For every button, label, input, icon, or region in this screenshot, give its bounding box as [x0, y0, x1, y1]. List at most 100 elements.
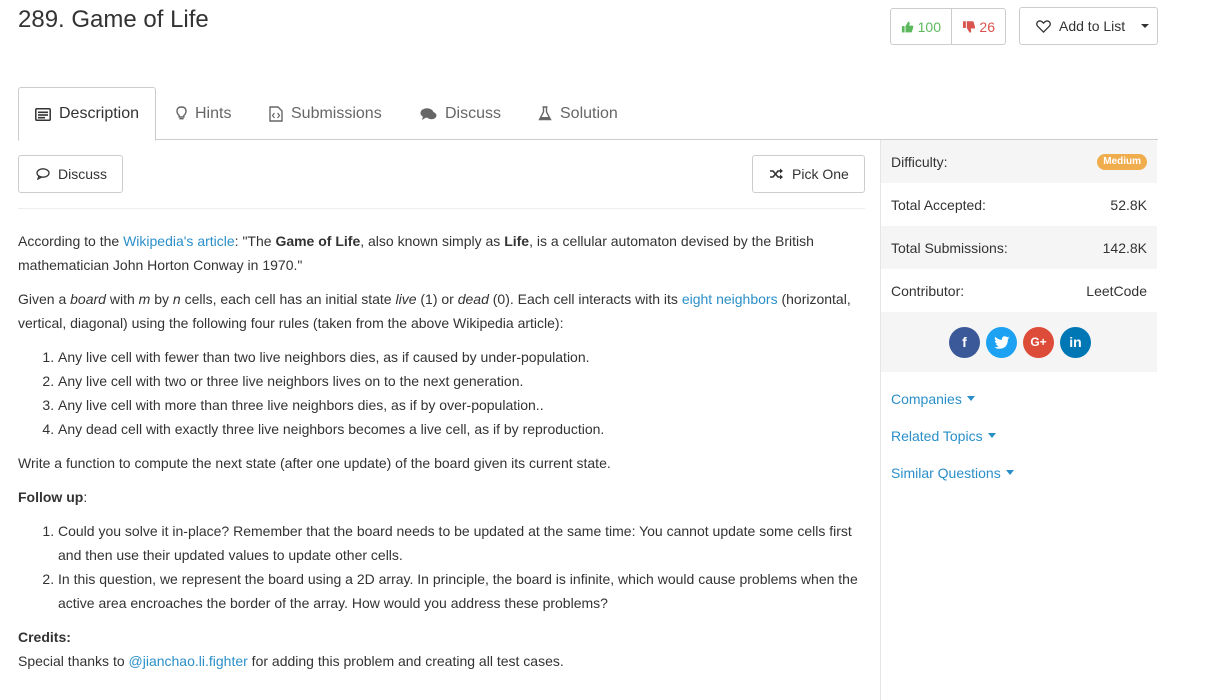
text-span: : "The: [234, 233, 276, 249]
shuffle-icon: [770, 168, 783, 180]
text-span: :: [83, 489, 88, 505]
accepted-value: 52.8K: [1110, 196, 1147, 213]
tab-hints[interactable]: Hints: [176, 87, 231, 140]
tab-discuss[interactable]: Discuss: [420, 87, 501, 140]
caret-down-icon: [966, 396, 975, 401]
problem-title: 289. Game of Life: [18, 6, 209, 33]
lightbulb-icon: [176, 106, 187, 120]
followup-list: Could you solve it in-place? Remember th…: [58, 519, 865, 615]
heart-icon: [1036, 19, 1051, 33]
pick-one-button[interactable]: Pick One: [752, 155, 865, 193]
text-span: cells, each cell has an initial state: [180, 291, 396, 307]
list-item: Any live cell with two or three live nei…: [58, 369, 865, 393]
accepted-row: Total Accepted: 52.8K: [881, 183, 1157, 226]
bold-text: Game of Life: [275, 233, 361, 249]
problem-description: According to the Wikipedia's article: "T…: [18, 229, 865, 673]
rules-intro-paragraph: Given a board with m by n cells, each ce…: [18, 287, 865, 335]
italic-text: n: [172, 291, 181, 307]
caret-down-icon: [987, 433, 996, 438]
credits-label: Credits:: [18, 629, 71, 645]
list-item: In this question, we represent the board…: [58, 567, 865, 615]
upvote-count: 100: [917, 18, 941, 35]
twitter-bird-icon: [993, 335, 1009, 349]
tab-label: Hints: [195, 104, 232, 122]
intro-paragraph: According to the Wikipedia's article: "T…: [18, 229, 865, 277]
submissions-value: 142.8K: [1102, 239, 1147, 256]
linkedin-icon[interactable]: in: [1060, 326, 1091, 358]
comments-icon: [420, 107, 437, 120]
problem-tabs: Description Hints Submissions Discuss So…: [18, 87, 1158, 141]
tab-solution[interactable]: Solution: [538, 87, 618, 140]
share-buttons: f G+ in: [881, 312, 1157, 372]
list-item: Any live cell with more than three live …: [58, 393, 865, 417]
text-span: for adding this problem and creating all…: [247, 653, 564, 669]
bold-text: Follow up: [18, 489, 84, 505]
thumbs-down-icon: [962, 20, 976, 33]
tab-label: Discuss: [445, 104, 502, 122]
text-span: (1) or: [416, 291, 458, 307]
flask-icon: [538, 106, 552, 121]
facebook-icon[interactable]: f: [949, 326, 980, 358]
related-topics-toggle[interactable]: Related Topics: [881, 417, 1157, 454]
difficulty-row: Difficulty: Medium: [881, 140, 1157, 183]
downvote-count: 26: [979, 18, 995, 35]
add-to-list-button[interactable]: Add to List: [1019, 7, 1158, 45]
thumbs-up-icon: [901, 21, 914, 32]
italic-text: m: [138, 291, 151, 307]
bold-text: Life: [504, 233, 530, 249]
pick-one-label: Pick One: [792, 166, 849, 182]
contributor-label: Contributor:: [891, 282, 965, 299]
list-item: Could you solve it in-place? Remember th…: [58, 519, 865, 567]
text-span: (0). Each cell interacts with its: [488, 291, 682, 307]
list-item: Any dead cell with exactly three live ne…: [58, 417, 865, 441]
text-span: , also known simply as: [360, 233, 505, 249]
comment-icon: [36, 168, 50, 180]
problem-sidebar: Difficulty: Medium Total Accepted: 52.8K…: [880, 140, 1157, 700]
tab-submissions[interactable]: Submissions: [269, 87, 382, 140]
companies-toggle[interactable]: Companies: [881, 380, 1157, 417]
companies-label: Companies: [891, 390, 962, 407]
code-file-icon: [269, 105, 283, 122]
difficulty-badge: Medium: [1097, 153, 1147, 170]
related-topics-label: Related Topics: [891, 427, 983, 444]
contributor-row: Contributor: LeetCode: [881, 269, 1157, 312]
wikipedia-link[interactable]: Wikipedia's article: [123, 233, 235, 249]
text-span: by: [150, 291, 173, 307]
task-paragraph: Write a function to compute the next sta…: [18, 455, 611, 471]
similar-questions-toggle[interactable]: Similar Questions: [881, 454, 1157, 491]
content-divider: [18, 208, 865, 209]
similar-questions-label: Similar Questions: [891, 464, 1001, 481]
text-span: Special thanks to: [18, 653, 129, 669]
tab-label: Submissions: [291, 104, 382, 122]
caret-down-icon: [1141, 24, 1150, 28]
list-item: Any live cell with fewer than two live n…: [58, 345, 865, 369]
tab-label: Description: [59, 105, 140, 122]
twitter-icon[interactable]: [986, 326, 1017, 358]
discuss-label: Discuss: [58, 166, 108, 182]
add-to-list-label: Add to List: [1059, 18, 1126, 34]
italic-text: live: [395, 291, 417, 307]
italic-text: dead: [457, 291, 489, 307]
discuss-button[interactable]: Discuss: [18, 155, 123, 193]
followup-heading: Follow up:: [18, 485, 865, 509]
downvote-button[interactable]: 26: [952, 9, 1005, 44]
contributor-link[interactable]: @jianchao.li.fighter: [129, 653, 248, 669]
italic-text: board: [70, 291, 106, 307]
contributor-value: LeetCode: [1086, 282, 1147, 299]
tab-label: Solution: [560, 104, 618, 122]
difficulty-label: Difficulty:: [891, 153, 948, 170]
tab-description[interactable]: Description: [18, 87, 156, 141]
eight-neighbors-link[interactable]: eight neighbors: [682, 291, 778, 307]
text-span: Given a: [18, 291, 71, 307]
rules-list: Any live cell with fewer than two live n…: [58, 345, 865, 441]
submissions-row: Total Submissions: 142.8K: [881, 226, 1157, 269]
google-plus-icon[interactable]: G+: [1023, 326, 1054, 358]
caret-down-icon: [1005, 470, 1014, 475]
submissions-label: Total Submissions:: [891, 239, 1008, 256]
accepted-label: Total Accepted:: [891, 196, 986, 213]
description-icon: [35, 107, 51, 121]
upvote-button[interactable]: 100: [891, 9, 952, 44]
vote-group: 100 26: [890, 8, 1006, 45]
credits-section: Credits: Special thanks to @jianchao.li.…: [18, 625, 865, 673]
